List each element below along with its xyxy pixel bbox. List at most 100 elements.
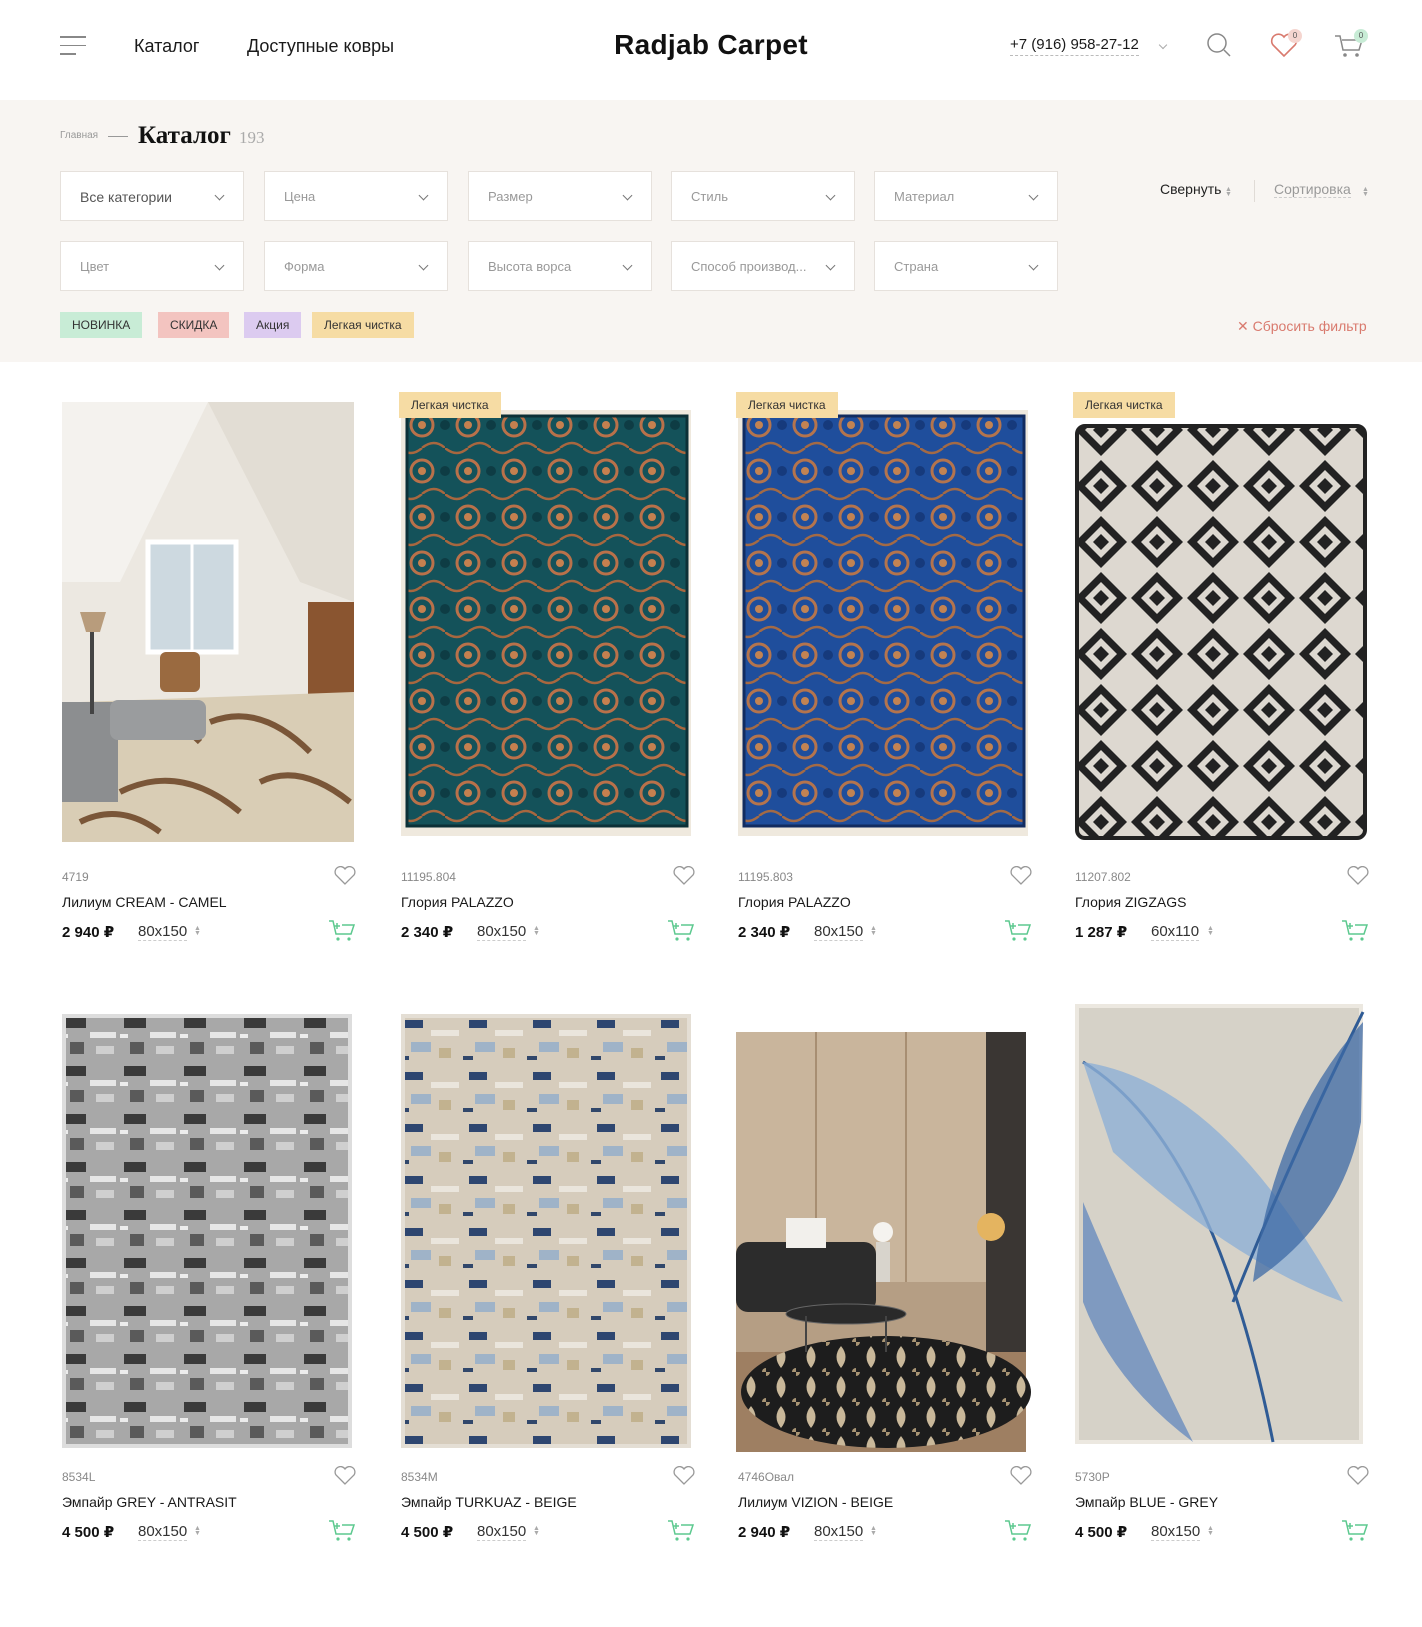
- heart-icon[interactable]: [1010, 1465, 1032, 1491]
- product-badge: Легкая чистка: [1073, 392, 1175, 418]
- product-sku: 11195.804: [401, 870, 456, 884]
- chevron-down-icon: [1028, 190, 1039, 201]
- tag-new[interactable]: НОВИНКА: [60, 312, 143, 338]
- collapse-filters-button[interactable]: Свернуть: [1160, 181, 1221, 197]
- product-image-blue-ornate-rug[interactable]: [736, 402, 1032, 852]
- product-price: 2 940 ₽: [62, 924, 115, 941]
- product-name[interactable]: Лилиум VIZION - BEIGE: [738, 1494, 893, 1510]
- product-image-feather-rug[interactable]: [1073, 1002, 1369, 1452]
- heart-icon[interactable]: [1347, 1465, 1369, 1491]
- product-sku: 4746Овал: [738, 1470, 794, 1484]
- breadcrumb-divider: [108, 136, 128, 137]
- product-image-teal-ornate-rug[interactable]: [399, 402, 695, 852]
- product-size-select[interactable]: 80x150: [477, 923, 527, 941]
- size-arrows-icon: ▲ ▼: [533, 1525, 540, 1537]
- product-badge: Легкая чистка: [736, 392, 838, 418]
- product-image-room-leaf-rug[interactable]: [60, 402, 356, 852]
- add-to-cart-icon[interactable]: [1341, 1518, 1369, 1547]
- product-image-beige-abstract-rug[interactable]: [399, 1012, 695, 1452]
- filter-label: Размер: [488, 189, 533, 204]
- product-size-select[interactable]: 80x150: [138, 1523, 188, 1541]
- product-name[interactable]: Эмпайр TURKUAZ - BEIGE: [401, 1494, 577, 1510]
- filter-size-select[interactable]: Размер: [468, 171, 652, 221]
- product-sku: 11207.802: [1075, 870, 1131, 884]
- product-sku: 11195.803: [738, 870, 793, 884]
- product-name[interactable]: Глория ZIGZAGS: [1075, 894, 1186, 910]
- search-icon[interactable]: [1206, 32, 1232, 63]
- chevron-down-icon: [418, 260, 429, 271]
- product-name[interactable]: Эмпайр GREY - ANTRASIT: [62, 1494, 237, 1510]
- product-card[interactable]: 8534M Эмпайр TURKUAZ - BEIGE 4 500 ₽ 80x…: [399, 1012, 695, 1572]
- chevron-down-icon: [622, 190, 633, 201]
- add-to-cart-icon[interactable]: [1004, 918, 1032, 947]
- add-to-cart-icon[interactable]: [328, 1518, 356, 1547]
- product-card[interactable]: Легкая чистка 11207.802 Глория ZIGZAGS 1…: [1073, 392, 1369, 952]
- tag-promo[interactable]: Акция: [244, 312, 302, 338]
- filter-label: Материал: [894, 189, 955, 204]
- product-price: 4 500 ₽: [62, 1524, 115, 1541]
- product-price: 1 287 ₽: [1075, 924, 1128, 941]
- filter-style-select[interactable]: Стиль: [671, 171, 855, 221]
- product-price: 2 940 ₽: [738, 1524, 791, 1541]
- close-icon: ✕: [1237, 318, 1253, 334]
- add-to-cart-icon[interactable]: [667, 1518, 695, 1547]
- filter-shape-select[interactable]: Форма: [264, 241, 448, 291]
- product-image-grey-abstract-rug[interactable]: [60, 1012, 356, 1452]
- product-name[interactable]: Глория PALAZZO: [738, 894, 851, 910]
- heart-icon[interactable]: [334, 1465, 356, 1491]
- heart-icon[interactable]: [334, 865, 356, 891]
- chevron-down-icon: [825, 260, 836, 271]
- heart-icon[interactable]: [673, 865, 695, 891]
- chevron-down-icon: [825, 190, 836, 201]
- product-size-select[interactable]: 80x150: [1151, 1523, 1201, 1541]
- product-size-select[interactable]: 80x150: [814, 1523, 864, 1541]
- product-image-diamond-rug[interactable]: [1073, 402, 1369, 852]
- tag-easy-clean[interactable]: Легкая чистка: [312, 312, 414, 338]
- reset-filter-button[interactable]: ✕ Сбросить фильтр: [1237, 318, 1367, 335]
- size-arrows-icon: ▲ ▼: [1207, 925, 1214, 937]
- heart-icon[interactable]: [1347, 865, 1369, 891]
- filter-category-select[interactable]: Все категории: [60, 171, 244, 221]
- product-card[interactable]: Легкая чистка 11195.803 Глория PALAZZO 2…: [736, 392, 1032, 952]
- product-image-living-room-oval-rug[interactable]: [736, 1012, 1032, 1452]
- filter-pile-height-select[interactable]: Высота ворса: [468, 241, 652, 291]
- product-card[interactable]: 4746Овал Лилиум VIZION - BEIGE 2 940 ₽ 8…: [736, 1012, 1032, 1572]
- heart-icon[interactable]: [673, 1465, 695, 1491]
- filter-material-select[interactable]: Материал: [874, 171, 1058, 221]
- size-arrows-icon: ▲ ▼: [870, 1525, 877, 1537]
- breadcrumb-home[interactable]: Главная: [60, 130, 98, 141]
- product-size-select[interactable]: 60x110: [1151, 923, 1200, 941]
- filter-country-select[interactable]: Страна: [874, 241, 1058, 291]
- product-size-select[interactable]: 80x150: [138, 923, 188, 941]
- add-to-cart-icon[interactable]: [328, 918, 356, 947]
- size-arrows-icon: ▲ ▼: [1207, 1525, 1214, 1537]
- chevron-down-icon: [622, 260, 633, 271]
- tag-discount[interactable]: СКИДКА: [158, 312, 230, 338]
- filter-color-select[interactable]: Цвет: [60, 241, 244, 291]
- product-card[interactable]: Легкая чистка 11195.804 Глория PALAZZO 2…: [399, 392, 695, 952]
- product-name[interactable]: Эмпайр BLUE - GREY: [1075, 1494, 1218, 1510]
- product-card[interactable]: 5730P Эмпайр BLUE - GREY 4 500 ₽ 80x150 …: [1073, 1002, 1369, 1562]
- add-to-cart-icon[interactable]: [1004, 1518, 1032, 1547]
- chevron-down-icon: [418, 190, 429, 201]
- filter-label: Форма: [284, 259, 325, 274]
- filter-production-method-select[interactable]: Способ производ...: [671, 241, 855, 291]
- filter-price-select[interactable]: Цена: [264, 171, 448, 221]
- product-size-select[interactable]: 80x150: [814, 923, 864, 941]
- product-price: 4 500 ₽: [401, 1524, 454, 1541]
- sort-arrows-icon: ▲ ▼: [1362, 186, 1369, 198]
- phone-link[interactable]: +7 (916) 958-27-12: [1010, 36, 1139, 56]
- add-to-cart-icon[interactable]: [1341, 918, 1369, 947]
- add-to-cart-icon[interactable]: [667, 918, 695, 947]
- heart-icon[interactable]: [1010, 865, 1032, 891]
- product-name[interactable]: Глория PALAZZO: [401, 894, 514, 910]
- product-size-select[interactable]: 80x150: [477, 1523, 527, 1541]
- filter-label: Страна: [894, 259, 939, 274]
- product-name[interactable]: Лилиум CREAM - CAMEL: [62, 894, 227, 910]
- sorting-button[interactable]: Сортировка: [1274, 181, 1351, 198]
- product-card[interactable]: 8534L Эмпайр GREY - ANTRASIT 4 500 ₽ 80x…: [60, 1012, 356, 1572]
- product-sku: 8534M: [401, 1470, 438, 1484]
- filter-label: Высота ворса: [488, 259, 572, 274]
- product-card[interactable]: 4719 Лилиум CREAM - CAMEL 2 940 ₽ 80x150…: [60, 402, 356, 962]
- size-arrows-icon: ▲ ▼: [194, 925, 201, 937]
